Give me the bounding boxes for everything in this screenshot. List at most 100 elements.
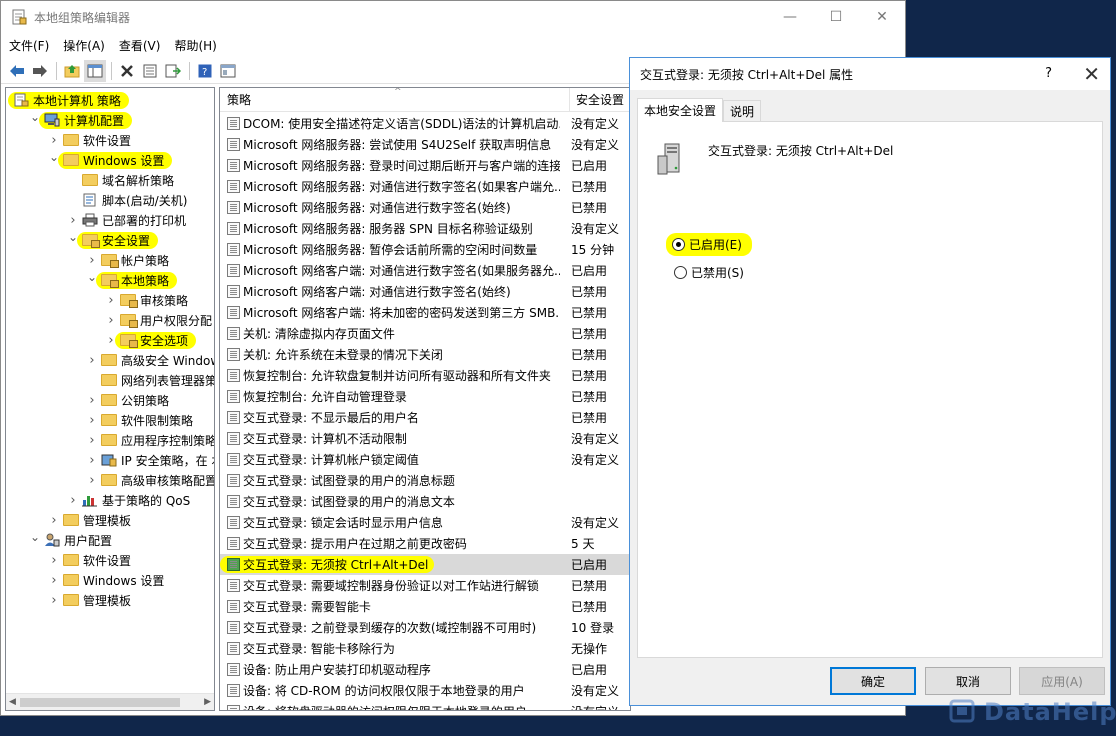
scroll-right-arrow-icon[interactable]: ▶ [204, 697, 211, 707]
tree-horizontal-scrollbar[interactable]: ◀ ▶ [6, 693, 214, 710]
policy-row[interactable]: 交互式登录: 需要域控制器身份验证以对工作站进行解锁 已禁用 [220, 575, 630, 596]
tab-local-security-setting[interactable]: 本地安全设置 [637, 98, 724, 122]
policy-row[interactable]: 设备: 将 CD-ROM 的访问权限仅限于本地登录的用户 没有定义 [220, 680, 630, 701]
collapsed-chevron-icon[interactable]: › [48, 573, 60, 588]
tree-item[interactable]: › 已部署的打印机 [67, 210, 186, 230]
policy-row[interactable]: 交互式登录: 需要智能卡 已禁用 [220, 596, 630, 617]
tree-item[interactable]: › 管理模板 [48, 590, 131, 610]
tree-item[interactable]: › 应用程序控制策略 [86, 430, 214, 450]
expanded-chevron-icon[interactable]: ⌄ [29, 530, 41, 544]
policy-row[interactable]: 交互式登录: 不显示最后的用户名 已禁用 [220, 407, 630, 428]
menu-action[interactable]: 操作(A) [57, 37, 111, 54]
policy-row[interactable]: 恢复控制台: 允许自动管理登录 已禁用 [220, 386, 630, 407]
radio-enabled[interactable] [672, 238, 685, 251]
dialog-help-button[interactable]: ? [1045, 66, 1052, 81]
radio-disabled-row[interactable]: 已禁用(S) [674, 264, 744, 281]
collapsed-chevron-icon[interactable]: › [86, 453, 98, 468]
up-folder-icon[interactable] [61, 60, 83, 82]
policy-row[interactable]: Microsoft 网络服务器: 暂停会话前所需的空闲时间数量 15 分钟 [220, 239, 630, 260]
tree-item[interactable]: ⌄ 用户配置 [29, 530, 112, 550]
collapsed-chevron-icon[interactable]: › [67, 213, 79, 228]
policy-row[interactable]: 交互式登录: 无须按 Ctrl+Alt+Del 已启用 [220, 554, 630, 575]
tree-item[interactable]: 网络列表管理器策略 [86, 370, 214, 390]
policy-row[interactable]: 设备: 将软盘驱动器的访问权限仅限于本地登录的用户 没有定义 [220, 701, 630, 710]
scroll-left-arrow-icon[interactable]: ◀ [9, 697, 16, 707]
collapsed-chevron-icon[interactable]: › [86, 473, 98, 488]
collapsed-chevron-icon[interactable]: › [86, 353, 98, 368]
tree-item[interactable]: › 公钥策略 [86, 390, 169, 410]
policy-row[interactable]: Microsoft 网络客户端: 对通信进行数字签名(如果服务器允... 已启用 [220, 260, 630, 281]
column-header-policy[interactable]: ^ 策略 [220, 88, 570, 111]
tree-item[interactable]: › 软件设置 [48, 130, 131, 150]
tree-item[interactable]: › 管理模板 [48, 510, 131, 530]
collapsed-chevron-icon[interactable]: › [48, 133, 60, 148]
policy-row[interactable]: Microsoft 网络客户端: 对通信进行数字签名(始终) 已禁用 [220, 281, 630, 302]
collapsed-chevron-icon[interactable]: › [67, 493, 79, 508]
policy-row[interactable]: 交互式登录: 锁定会话时显示用户信息 没有定义 [220, 512, 630, 533]
policy-row[interactable]: 交互式登录: 试图登录的用户的消息文本 [220, 491, 630, 512]
apply-button[interactable]: 应用(A) [1019, 667, 1105, 695]
collapsed-chevron-icon[interactable]: › [105, 313, 117, 328]
column-header-setting[interactable]: 安全设置 [570, 88, 630, 111]
policy-row[interactable]: 交互式登录: 智能卡移除行为 无操作 [220, 638, 630, 659]
back-arrow-icon[interactable] [6, 60, 28, 82]
tree-item[interactable]: ⌄ 本地策略 [86, 270, 178, 290]
tree-item[interactable]: › IP 安全策略，在 本地 [86, 450, 214, 470]
properties-icon[interactable] [139, 60, 161, 82]
help-icon[interactable]: ? [194, 60, 216, 82]
filter-view-icon[interactable] [217, 60, 239, 82]
policy-row[interactable]: Microsoft 网络服务器: 登录时间过期后断开与客户端的连接 已启用 [220, 155, 630, 176]
tree-item[interactable]: ⌄ 安全设置 [67, 230, 159, 250]
collapsed-chevron-icon[interactable]: › [48, 513, 60, 528]
dialog-close-button[interactable]: ✕ [1083, 62, 1100, 86]
minimize-button[interactable]: — [767, 1, 813, 33]
export-list-icon[interactable] [162, 60, 184, 82]
policy-row[interactable]: DCOM: 使用安全描述符定义语言(SDDL)语法的计算机启动... 没有定义 [220, 113, 630, 134]
tree-item[interactable]: › 软件限制策略 [86, 410, 193, 430]
menu-help[interactable]: 帮助(H) [168, 37, 222, 54]
collapsed-chevron-icon[interactable]: › [86, 393, 98, 408]
radio-enabled-row[interactable]: 已启用(E) [666, 233, 752, 256]
tree-item[interactable]: ⌄ Windows 设置 [48, 150, 173, 170]
policy-row[interactable]: 交互式登录: 之前登录到缓存的次数(域控制器不可用时) 10 登录 [220, 617, 630, 638]
policy-row[interactable]: 交互式登录: 计算机帐户锁定阈值 没有定义 [220, 449, 630, 470]
policy-row[interactable]: 交互式登录: 提示用户在过期之前更改密码 5 天 [220, 533, 630, 554]
tree-item[interactable]: › 安全选项 [105, 330, 197, 350]
collapsed-chevron-icon[interactable]: › [86, 433, 98, 448]
ok-button[interactable]: 确定 [830, 667, 916, 695]
policy-row[interactable]: 恢复控制台: 允许软盘复制并访问所有驱动器和所有文件夹 已禁用 [220, 365, 630, 386]
tree-item[interactable]: › 高级审核策略配置 [86, 470, 214, 490]
close-button[interactable]: ✕ [859, 1, 905, 33]
policy-row[interactable]: Microsoft 网络服务器: 服务器 SPN 目标名称验证级别 没有定义 [220, 218, 630, 239]
tree-item[interactable]: › 帐户策略 [86, 250, 169, 270]
forward-arrow-icon[interactable] [29, 60, 51, 82]
show-hide-tree-icon[interactable] [84, 59, 106, 82]
policy-row[interactable]: Microsoft 网络服务器: 尝试使用 S4U2Self 获取声明信息 没有定… [220, 134, 630, 155]
tree-item[interactable]: 脚本(启动/关机) [67, 190, 187, 210]
scroll-thumb[interactable] [20, 698, 180, 707]
tree-item[interactable]: 域名解析策略 [67, 170, 174, 190]
tree-item[interactable]: › 基于策略的 QoS [67, 490, 190, 510]
policy-row[interactable]: 交互式登录: 计算机不活动限制 没有定义 [220, 428, 630, 449]
collapsed-chevron-icon[interactable]: › [48, 553, 60, 568]
delete-icon[interactable] [116, 60, 138, 82]
collapsed-chevron-icon[interactable]: › [105, 293, 117, 308]
policy-row[interactable]: 关机: 清除虚拟内存页面文件 已禁用 [220, 323, 630, 344]
tree-item[interactable]: 本地计算机 策略 [8, 90, 129, 110]
cancel-button[interactable]: 取消 [925, 667, 1011, 695]
tree-item[interactable]: › 用户权限分配 [105, 310, 212, 330]
collapsed-chevron-icon[interactable]: › [86, 253, 98, 268]
maximize-button[interactable]: ☐ [813, 1, 859, 33]
collapsed-chevron-icon[interactable]: › [86, 413, 98, 428]
tab-explain[interactable]: 说明 [723, 100, 762, 122]
tree-item[interactable]: › 高级安全 Windows [86, 350, 214, 370]
policy-row[interactable]: 设备: 防止用户安装打印机驱动程序 已启用 [220, 659, 630, 680]
tree-item[interactable]: › 软件设置 [48, 550, 131, 570]
menu-file[interactable]: 文件(F) [3, 37, 55, 54]
collapsed-chevron-icon[interactable]: › [48, 593, 60, 608]
policy-row[interactable]: Microsoft 网络服务器: 对通信进行数字签名(始终) 已禁用 [220, 197, 630, 218]
tree-item[interactable]: › 审核策略 [105, 290, 188, 310]
policy-row[interactable]: 交互式登录: 试图登录的用户的消息标题 [220, 470, 630, 491]
radio-disabled[interactable] [674, 266, 687, 279]
policy-row[interactable]: 关机: 允许系统在未登录的情况下关闭 已禁用 [220, 344, 630, 365]
